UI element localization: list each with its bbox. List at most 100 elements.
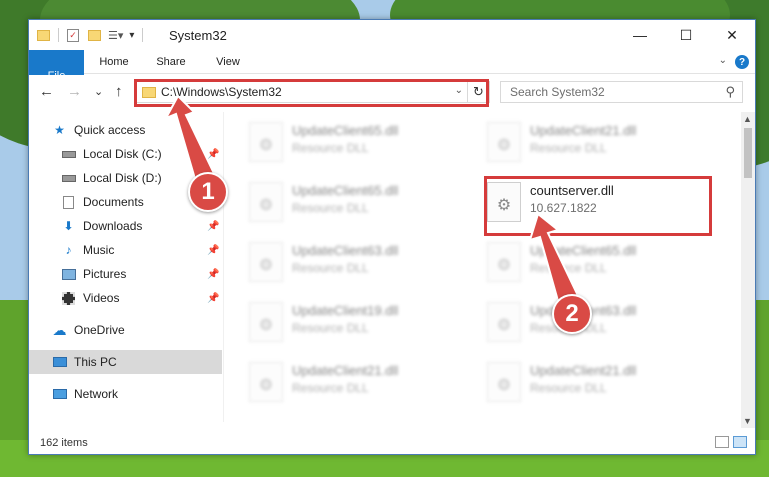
maximize-button[interactable]: ☐ — [663, 20, 709, 50]
computer-icon — [52, 355, 67, 369]
item-count: 162 items — [40, 437, 88, 449]
sidebar-item-this-pc[interactable]: This PC — [29, 350, 222, 374]
sidebar-item-label: Downloads — [83, 219, 143, 233]
view-switcher — [715, 436, 747, 448]
search-placeholder: Search System32 — [510, 85, 605, 99]
view-options-icon[interactable]: ☰▾ — [108, 29, 123, 42]
customize-toolbar-icon[interactable]: ▾ — [129, 30, 134, 41]
file-item[interactable]: ⚙ UpdateClient21.dll Resource DLL — [245, 356, 475, 408]
file-description: Resource DLL — [530, 381, 607, 395]
forward-button[interactable]: → — [67, 83, 82, 100]
file-description: Resource DLL — [530, 141, 607, 155]
details-view-icon[interactable] — [715, 436, 729, 448]
tab-home[interactable]: Home — [89, 50, 139, 74]
pin-icon[interactable]: 📌 — [207, 149, 219, 160]
vertical-scrollbar[interactable]: ▲ ▼ — [741, 112, 755, 428]
download-icon: ⬇ — [63, 219, 74, 233]
file-name: UpdateClient65.dll — [292, 183, 399, 198]
window-title: System32 — [169, 28, 227, 43]
file-name: UpdateClient21.dll — [530, 363, 637, 378]
drive-icon — [61, 171, 76, 185]
sidebar-item-label: Pictures — [83, 267, 127, 281]
sidebar-item-music[interactable]: ♪ Music 📌 — [29, 238, 222, 262]
dll-file-icon: ⚙ — [249, 122, 283, 162]
sidebar-item-quick-access[interactable]: ★ Quick access — [29, 118, 222, 142]
close-button[interactable]: ✕ — [709, 20, 755, 50]
help-icon[interactable]: ? — [735, 55, 749, 69]
sidebar-item-label: Documents — [83, 195, 144, 209]
pictures-icon — [61, 267, 76, 281]
file-item[interactable]: ⚙ UpdateClient65.dll Resource DLL — [245, 176, 475, 228]
file-name: UpdateClient21.dll — [292, 363, 399, 378]
sidebar-item-label: OneDrive — [74, 323, 125, 337]
file-description: Resource DLL — [292, 261, 369, 275]
file-item[interactable]: ⚙ UpdateClient19.dll Resource DLL — [245, 296, 475, 348]
callout-badge-2: 2 — [552, 294, 592, 334]
network-icon — [52, 387, 67, 401]
file-name: UpdateClient21.dll — [530, 123, 637, 138]
pin-icon[interactable]: 📌 — [207, 269, 219, 280]
sidebar-item-pictures[interactable]: Pictures 📌 — [29, 262, 222, 286]
up-button[interactable]: ↑ — [115, 83, 123, 100]
pin-icon[interactable]: 📌 — [207, 245, 219, 256]
music-icon: ♪ — [65, 243, 72, 257]
file-description: Resource DLL — [292, 201, 369, 215]
file-item[interactable]: ⚙ UpdateClient63.dll Resource DLL — [245, 236, 475, 288]
tab-view[interactable]: View — [203, 50, 253, 74]
folder-icon — [37, 29, 50, 41]
ribbon-expand-icon[interactable]: ⌄ — [719, 55, 727, 66]
dll-file-icon: ⚙ — [249, 302, 283, 342]
sidebar-item-onedrive[interactable]: ☁ OneDrive — [29, 318, 222, 342]
sidebar-item-label: This PC — [74, 355, 117, 369]
sidebar-item-local-disk-c[interactable]: Local Disk (C:) 📌 — [29, 142, 222, 166]
documents-icon — [61, 195, 76, 209]
pin-icon[interactable]: 📌 — [207, 293, 219, 304]
sidebar-item-label: Quick access — [74, 123, 146, 137]
recent-locations-button[interactable]: ⌄ — [94, 85, 103, 98]
file-description: Resource DLL — [292, 141, 369, 155]
file-item[interactable]: ⚙ UpdateClient65.dll Resource DLL — [245, 116, 475, 168]
cloud-icon: ☁ — [52, 321, 67, 338]
dll-file-icon: ⚙ — [249, 362, 283, 402]
drive-icon — [61, 147, 76, 161]
star-icon: ★ — [54, 123, 65, 137]
tab-share[interactable]: Share — [146, 50, 196, 74]
file-name: UpdateClient19.dll — [292, 303, 399, 318]
file-list: ⚙ UpdateClient65.dll Resource DLL ⚙ Upda… — [225, 112, 741, 422]
scroll-up-icon[interactable]: ▲ — [743, 114, 752, 124]
file-highlight — [484, 176, 712, 236]
minimize-button[interactable]: — — [617, 20, 663, 50]
search-icon[interactable]: ⚲ — [725, 84, 735, 100]
toolbar-divider — [58, 28, 59, 42]
dll-file-icon: ⚙ — [487, 122, 521, 162]
tiles-view-icon[interactable] — [733, 436, 747, 448]
file-name: UpdateClient63.dll — [292, 243, 399, 258]
file-item[interactable]: ⚙ UpdateClient63.dll Resource DLL — [483, 296, 713, 348]
file-description: Resource DLL — [292, 381, 369, 395]
back-button[interactable]: ← — [39, 83, 54, 100]
file-description: Resource DLL — [292, 321, 369, 335]
dll-file-icon: ⚙ — [249, 182, 283, 222]
sidebar-item-downloads[interactable]: ⬇ Downloads 📌 — [29, 214, 222, 238]
search-input[interactable]: Search System32 ⚲ — [500, 81, 743, 103]
file-item[interactable]: ⚙ UpdateClient21.dll Resource DLL — [483, 356, 713, 408]
file-item[interactable]: ⚙ UpdateClient65.dll Resource DLL — [483, 236, 713, 288]
sidebar-item-label: Local Disk (C:) — [83, 147, 162, 161]
sidebar-item-videos[interactable]: Videos 📌 — [29, 286, 222, 310]
sidebar-item-label: Music — [83, 243, 115, 257]
file-description: Resource DLL — [530, 261, 607, 275]
properties-icon[interactable]: ✓ — [67, 28, 79, 42]
pane-divider — [223, 112, 224, 422]
file-item[interactable]: ⚙ UpdateClient21.dll Resource DLL — [483, 116, 713, 168]
pin-icon[interactable]: 📌 — [207, 221, 219, 232]
scrollbar-thumb[interactable] — [744, 128, 752, 178]
dll-file-icon: ⚙ — [487, 302, 521, 342]
scroll-down-icon[interactable]: ▼ — [743, 416, 752, 426]
file-name: UpdateClient65.dll — [530, 243, 637, 258]
sidebar-item-label: Network — [74, 387, 119, 401]
new-folder-icon[interactable] — [88, 29, 101, 41]
sidebar-item-network[interactable]: Network — [29, 382, 222, 406]
sidebar-item-label: Videos — [83, 291, 120, 305]
quick-access-toolbar: ✓ ☰▾ ▾ — [37, 26, 144, 44]
videos-icon — [61, 291, 76, 305]
